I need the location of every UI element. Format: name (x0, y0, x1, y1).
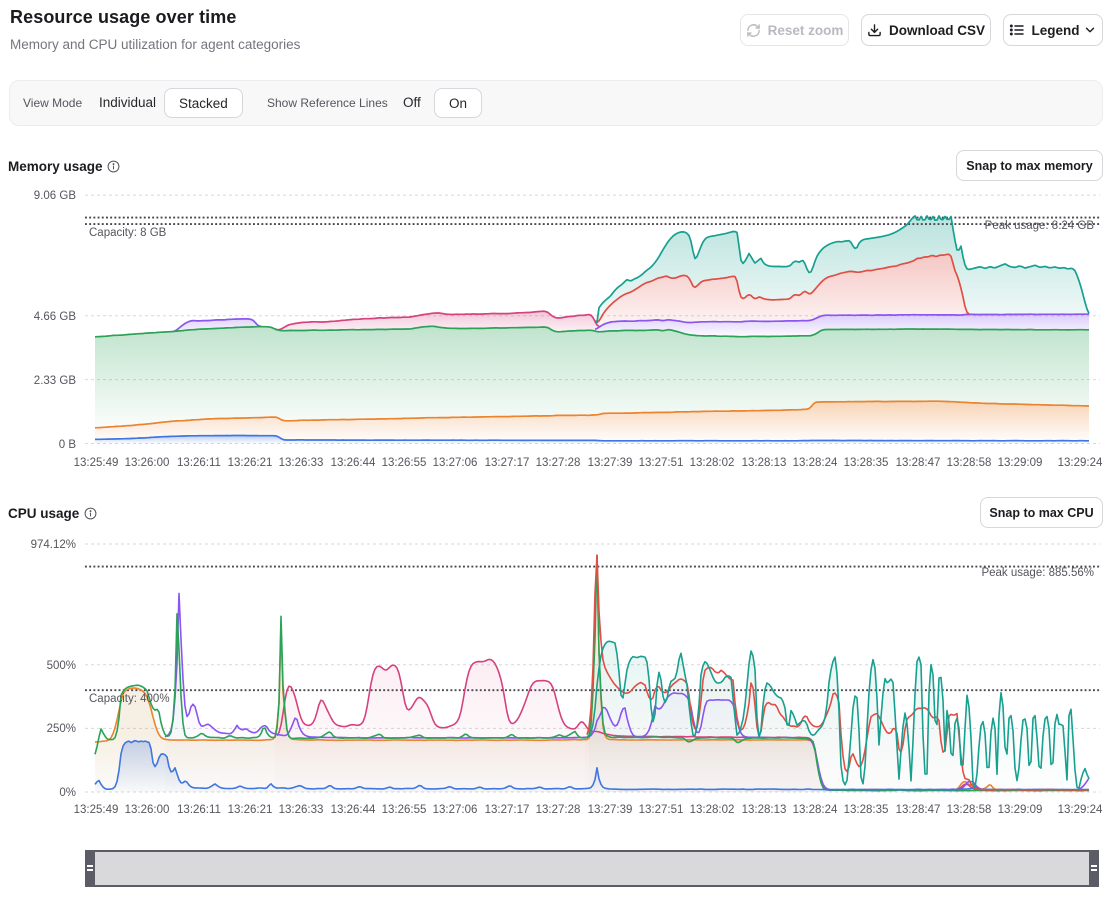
svg-text:0 B: 0 B (59, 439, 77, 451)
svg-text:13:27:06: 13:27:06 (433, 804, 478, 816)
svg-text:13:28:47: 13:28:47 (896, 804, 941, 816)
svg-text:13:26:55: 13:26:55 (382, 457, 427, 469)
svg-text:0%: 0% (59, 787, 76, 799)
svg-text:Capacity: 8 GB: Capacity: 8 GB (89, 227, 167, 239)
svg-text:13:27:06: 13:27:06 (433, 457, 478, 469)
svg-text:4.66 GB: 4.66 GB (34, 311, 77, 323)
svg-text:13:29:24: 13:29:24 (1058, 457, 1103, 469)
svg-text:13:28:24: 13:28:24 (793, 457, 838, 469)
svg-text:Capacity: 400%: Capacity: 400% (89, 693, 170, 705)
svg-text:13:28:35: 13:28:35 (844, 804, 889, 816)
svg-text:13:25:49: 13:25:49 (74, 457, 119, 469)
svg-text:13:29:09: 13:29:09 (998, 804, 1043, 816)
svg-text:13:27:51: 13:27:51 (639, 804, 684, 816)
svg-text:13:26:00: 13:26:00 (125, 457, 170, 469)
svg-text:Peak usage: 885.56%: Peak usage: 885.56% (981, 567, 1094, 579)
svg-text:13:26:55: 13:26:55 (382, 804, 427, 816)
svg-text:13:29:24: 13:29:24 (1058, 804, 1103, 816)
svg-text:13:29:09: 13:29:09 (998, 457, 1043, 469)
svg-text:13:26:00: 13:26:00 (125, 804, 170, 816)
svg-text:13:28:58: 13:28:58 (947, 804, 992, 816)
svg-text:13:25:49: 13:25:49 (74, 804, 119, 816)
svg-text:13:28:02: 13:28:02 (690, 804, 735, 816)
svg-text:13:28:13: 13:28:13 (742, 457, 787, 469)
svg-text:13:27:28: 13:27:28 (536, 804, 581, 816)
svg-text:13:28:47: 13:28:47 (896, 457, 941, 469)
svg-text:13:26:33: 13:26:33 (279, 804, 324, 816)
svg-text:13:26:11: 13:26:11 (177, 804, 221, 816)
svg-text:13:26:21: 13:26:21 (228, 804, 273, 816)
svg-text:13:28:35: 13:28:35 (844, 457, 889, 469)
svg-text:13:28:24: 13:28:24 (793, 804, 838, 816)
svg-text:13:28:02: 13:28:02 (690, 457, 735, 469)
svg-text:13:26:11: 13:26:11 (177, 457, 221, 469)
svg-text:13:27:51: 13:27:51 (639, 457, 684, 469)
svg-text:9.06 GB: 9.06 GB (34, 190, 77, 202)
svg-text:250%: 250% (47, 723, 76, 735)
svg-text:974.12%: 974.12% (31, 539, 76, 551)
svg-text:13:28:58: 13:28:58 (947, 457, 992, 469)
svg-text:500%: 500% (47, 660, 76, 672)
svg-text:13:27:39: 13:27:39 (588, 457, 633, 469)
svg-text:13:27:17: 13:27:17 (485, 457, 530, 469)
svg-text:2.33 GB: 2.33 GB (34, 375, 77, 387)
svg-text:13:26:21: 13:26:21 (228, 457, 273, 469)
svg-text:13:26:44: 13:26:44 (331, 804, 376, 816)
svg-text:13:27:17: 13:27:17 (485, 804, 530, 816)
svg-text:13:27:28: 13:27:28 (536, 457, 581, 469)
svg-text:13:28:13: 13:28:13 (742, 804, 787, 816)
svg-text:13:26:44: 13:26:44 (331, 457, 376, 469)
svg-text:13:27:39: 13:27:39 (588, 804, 633, 816)
svg-text:Peak usage: 8.24 GB: Peak usage: 8.24 GB (985, 220, 1095, 232)
svg-text:13:26:33: 13:26:33 (279, 457, 324, 469)
